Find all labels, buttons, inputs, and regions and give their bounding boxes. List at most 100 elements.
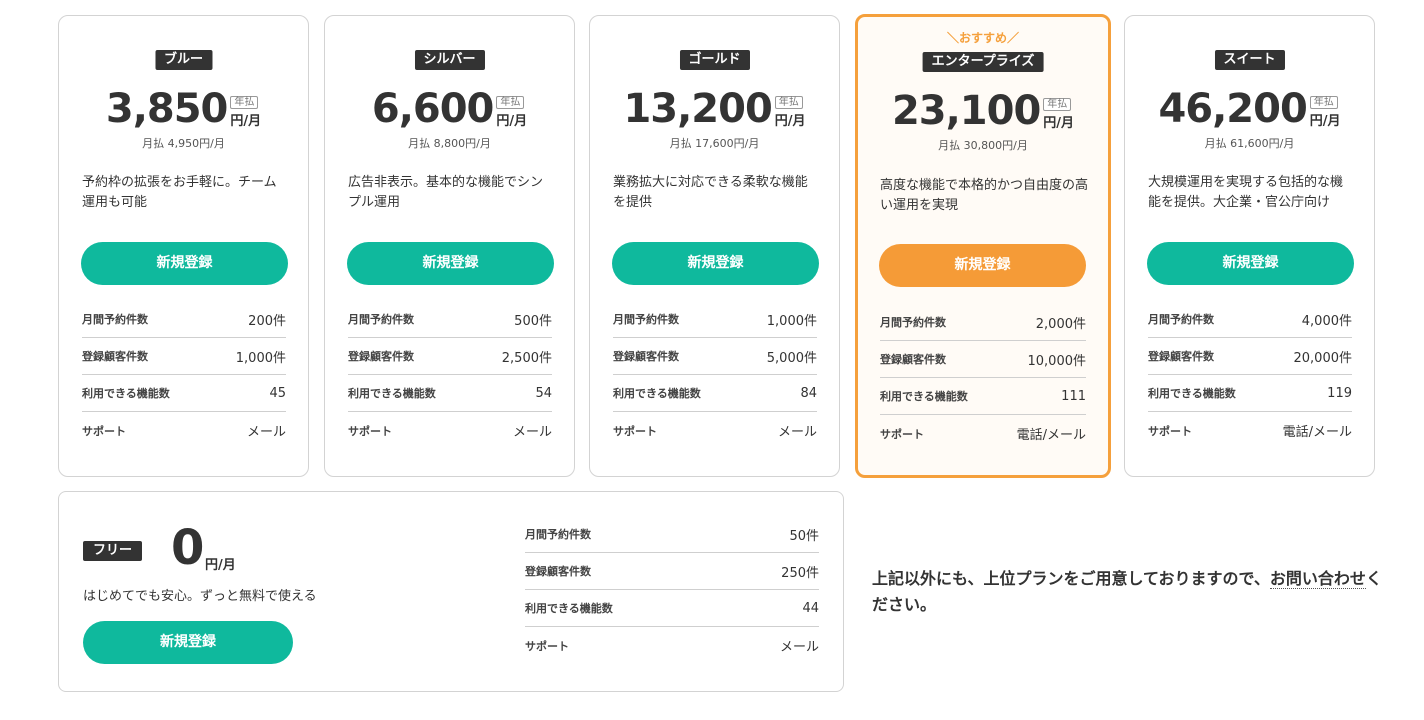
monthly-price-note: 月払 17,600円/月: [669, 137, 760, 150]
plan-description: 大規模運用を実現する包括的な機能を提供。大企業・官公庁向け: [1148, 175, 1344, 210]
spec-value: 20,000件: [1293, 350, 1353, 366]
signup-button-enterprise[interactable]: 新規登録: [879, 244, 1086, 287]
plan-card-enterprise: ＼おすすめ／ エンタープライズ 23,100 年払 円/月 月払 30,800円/月…: [855, 14, 1111, 478]
spec-row: 登録顧客件数 5,000件: [613, 338, 817, 375]
contact-note: 上記以外にも、上位プランをご用意しておりますので、お問い合わせください。: [872, 566, 1382, 618]
spec-value: 200件: [248, 313, 286, 329]
plan-card-gold: ゴールド 13,200 年払 円/月 月払 17,600円/月 業務拡大に対応できる…: [589, 15, 840, 477]
annual-billing-tag: 年払: [1309, 95, 1338, 109]
monthly-price-note: 月払 4,950円/月: [142, 137, 225, 150]
spec-value: メール: [512, 425, 552, 440]
signup-button-free[interactable]: 新規登録: [83, 621, 293, 664]
price-unit: 円/月: [1309, 113, 1341, 129]
spec-row: 利用できる機能数 84: [613, 375, 817, 412]
spec-label: 利用できる機能数: [613, 387, 701, 400]
spec-row: 利用できる機能数 45: [82, 375, 286, 412]
spec-value: 5,000件: [766, 350, 817, 366]
spec-label: 月間予約件数: [1148, 313, 1214, 326]
plan-specs: 月間予約件数 200件 登録顧客件数 1,000件 利用できる機能数 45 サポート メ…: [82, 301, 286, 449]
price-row: 46,200 年払 円/月: [1125, 86, 1374, 132]
spec-value: 500件: [514, 313, 552, 329]
price-side: 年払 円/月: [230, 90, 261, 129]
price-unit: 円/月: [1043, 115, 1075, 131]
spec-row: サポート メール: [348, 412, 552, 449]
plan-description: 業務拡大に対応できる柔軟な機能を提供: [613, 175, 808, 210]
contact-note-text: 上記以外にも、上位プランをご用意しておりますので、: [872, 569, 1270, 588]
signup-button-gold[interactable]: 新規登録: [612, 242, 819, 285]
spec-value: 250件: [781, 565, 819, 581]
plan-name-badge: シルバー: [414, 50, 485, 70]
monthly-price-note: 月払 61,600円/月: [1204, 137, 1295, 150]
spec-row: サポート 電話/メール: [1148, 412, 1352, 449]
spec-value: 電話/メール: [1282, 425, 1352, 440]
plan-description: 予約枠の拡張をお手軽に。チーム運用も可能: [82, 175, 277, 210]
plan-description: 広告非表示。基本的な機能でシンプル運用: [348, 175, 544, 210]
plan-specs: 月間予約件数 4,000件 登録顧客件数 20,000件 利用できる機能数 119 サ…: [1148, 301, 1352, 449]
price-row: 13,200 年払 円/月: [590, 86, 839, 132]
plan-specs: 月間予約件数 1,000件 登録顧客件数 5,000件 利用できる機能数 84 サポー…: [613, 301, 817, 449]
plan-price: 23,100: [891, 88, 1041, 134]
spec-value: 電話/メール: [1016, 428, 1086, 443]
spec-label: サポート: [1148, 424, 1192, 438]
plan-price: 13,200: [623, 86, 772, 132]
spec-label: 利用できる機能数: [348, 387, 436, 400]
spec-label: サポート: [880, 427, 924, 441]
price-side: 年払円/月: [496, 90, 527, 129]
spec-row: 登録顧客件数 10,000件: [880, 341, 1086, 378]
plan-specs: 月間予約件数 500件 登録顧客件数 2,500件 利用できる機能数 54 サポート メ…: [348, 301, 552, 449]
price-row: 6,600 年払円/月: [325, 86, 574, 132]
spec-label: 登録顧客件数: [880, 353, 946, 366]
plan-description: はじめてでも安心。ずっと無料で使える: [83, 589, 317, 604]
price-unit: 円/月: [496, 113, 528, 129]
spec-value: 50件: [789, 528, 819, 544]
plan-name-badge: ゴールド: [679, 50, 750, 70]
spec-value: メール: [777, 425, 817, 440]
spec-row: 月間予約件数 50件: [525, 516, 819, 553]
price-side: 年払円/月: [1309, 90, 1341, 129]
spec-row: 月間予約件数 200件: [82, 301, 286, 338]
spec-row: 利用できる機能数 111: [880, 378, 1086, 415]
annual-billing-tag: 年払: [1043, 97, 1072, 111]
monthly-price-note: 月払 8,800円/月: [408, 137, 491, 150]
signup-button-blue[interactable]: 新規登録: [81, 242, 288, 285]
spec-label: 登録顧客件数: [348, 350, 414, 363]
plan-name-badge: フリー: [83, 541, 143, 561]
spec-row: サポート メール: [613, 412, 817, 449]
spec-row: 月間予約件数 2,000件: [880, 304, 1086, 341]
spec-row: 登録顧客件数 250件: [525, 553, 819, 590]
spec-row: 登録顧客件数 20,000件: [1148, 338, 1352, 375]
spec-label: 利用できる機能数: [1148, 387, 1236, 400]
plan-specs: 月間予約件数 50件 登録顧客件数 250件 利用できる機能数 44 サポート メール: [525, 516, 819, 664]
spec-row: 月間予約件数 4,000件: [1148, 301, 1352, 338]
spec-label: 利用できる機能数: [82, 387, 170, 400]
price-unit: 円/月: [230, 113, 262, 129]
spec-value: 10,000件: [1027, 353, 1087, 369]
spec-value: 119: [1327, 385, 1352, 401]
spec-label: 登録顧客件数: [525, 565, 591, 578]
spec-label: サポート: [613, 424, 657, 438]
spec-value: 2,000件: [1035, 316, 1086, 332]
signup-button-suite[interactable]: 新規登録: [1147, 242, 1354, 285]
spec-value: 2,500件: [501, 350, 552, 366]
spec-value: 44: [802, 600, 819, 616]
spec-value: 4,000件: [1301, 313, 1352, 329]
spec-label: サポート: [525, 639, 569, 653]
signup-button-silver[interactable]: 新規登録: [347, 242, 554, 285]
contact-link[interactable]: お問い合わせ: [1269, 569, 1366, 589]
spec-value: 111: [1061, 388, 1086, 404]
spec-row: 利用できる機能数 119: [1148, 375, 1352, 412]
plan-price: 0: [171, 520, 205, 576]
spec-label: 月間予約件数: [880, 316, 946, 329]
price-unit: 円/月: [205, 558, 236, 573]
spec-value: メール: [779, 640, 819, 655]
spec-row: 月間予約件数 500件: [348, 301, 552, 338]
spec-label: 月間予約件数: [348, 313, 414, 326]
spec-row: サポート メール: [82, 412, 286, 449]
price-row: 23,100 年払円/月: [858, 88, 1108, 134]
annual-billing-tag: 年払: [496, 95, 525, 109]
spec-label: サポート: [82, 424, 126, 438]
spec-row: 登録顧客件数 2,500件: [348, 338, 552, 375]
spec-label: 利用できる機能数: [880, 390, 968, 403]
spec-label: 月間予約件数: [82, 313, 148, 326]
plan-price: 6,600: [371, 86, 495, 132]
